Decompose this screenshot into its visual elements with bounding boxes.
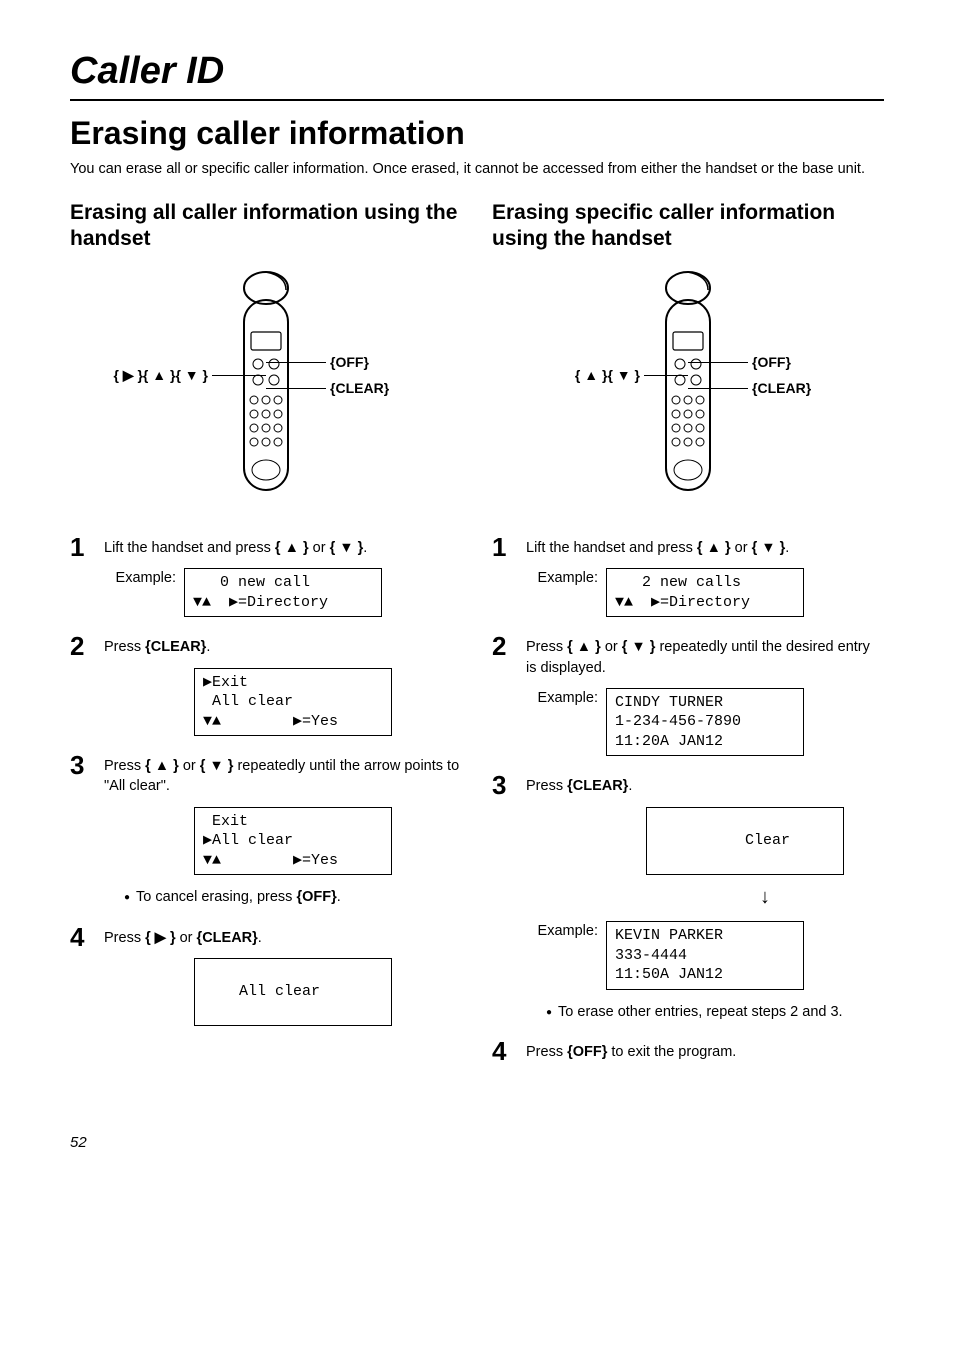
main-heading: Erasing caller information: [70, 115, 884, 152]
key-up: { ▲ }: [275, 540, 309, 556]
step-1: 1 Lift the handset and press { ▲ } or { …: [70, 534, 462, 623]
step-1: 1 Lift the handset and press { ▲ } or { …: [492, 534, 884, 623]
key-right: { ▶ }: [145, 930, 176, 946]
lcd-display: 0 new call ▼▲ ▶=Directory: [184, 568, 382, 617]
lcd-display: Clear: [646, 807, 844, 876]
lcd-display: CINDY TURNER 1-234-456-7890 11:20A JAN12: [606, 688, 804, 757]
key-clear: {CLEAR}: [567, 778, 628, 794]
key-clear: {CLEAR}: [197, 930, 258, 946]
step-text: Press: [526, 1044, 567, 1060]
key-up: { ▲ }: [697, 540, 731, 556]
step-text: Lift the handset and press: [104, 540, 275, 556]
right-column: Erasing specific caller information usin…: [492, 200, 884, 1074]
example-label: Example:: [104, 562, 176, 588]
step-text: Lift the handset and press: [526, 540, 697, 556]
key-up: { ▲ }: [145, 758, 179, 774]
handset-figure-right: {OFF} {CLEAR} { ▲ }{ ▼ }: [492, 270, 884, 510]
step-4: 4 Press {OFF} to exit the program.: [492, 1038, 884, 1064]
lcd-display: Exit ▶All clear ▼▲ ▶=Yes: [194, 807, 392, 876]
handset-icon: [638, 270, 738, 502]
step-4: 4 Press { ▶ } or {CLEAR}. All clear: [70, 924, 462, 1033]
callout-clear: {CLEAR}: [752, 380, 811, 396]
step-3: 3 Press {CLEAR}. Clear ↓ Example: KEVIN …: [492, 772, 884, 1028]
lcd-display: 2 new calls ▼▲ ▶=Directory: [606, 568, 804, 617]
bullet-cancel: To cancel erasing, press {OFF}.: [124, 887, 462, 907]
divider: [70, 99, 884, 101]
step-number: 2: [492, 633, 526, 659]
example-label: Example:: [526, 682, 598, 708]
step-text: Press: [526, 778, 567, 794]
lcd-display: ▶Exit All clear ▼▲ ▶=Yes: [194, 668, 392, 737]
step-number: 2: [70, 633, 104, 659]
step-number: 3: [70, 752, 104, 778]
key-down: { ▼ }: [752, 540, 786, 556]
bullet-repeat: To erase other entries, repeat steps 2 a…: [546, 1002, 884, 1022]
page-number: 52: [70, 1134, 884, 1151]
step-number: 3: [492, 772, 526, 798]
step-text: Press: [104, 639, 145, 655]
step-2: 2 Press { ▲ } or { ▼ } repeatedly until …: [492, 633, 884, 762]
step-3: 3 Press { ▲ } or { ▼ } repeatedly until …: [70, 752, 462, 913]
lcd-display: KEVIN PARKER 333-4444 11:50A JAN12: [606, 921, 804, 990]
left-column: Erasing all caller information using the…: [70, 200, 462, 1074]
example-label: Example:: [526, 562, 598, 588]
callout-off: {OFF}: [330, 354, 369, 370]
key-down: { ▼ }: [622, 639, 656, 655]
left-heading: Erasing all caller information using the…: [70, 200, 462, 253]
callout-nav: { ▶ }{ ▲ }{ ▼ }: [113, 367, 208, 384]
callout-off: {OFF}: [752, 354, 791, 370]
key-down: { ▼ }: [200, 758, 234, 774]
key-clear: {CLEAR}: [145, 639, 206, 655]
step-number: 1: [70, 534, 104, 560]
callout-nav: { ▲ }{ ▼ }: [575, 367, 640, 383]
step-number: 1: [492, 534, 526, 560]
handset-figure-left: {OFF} {CLEAR} { ▶ }{ ▲ }{ ▼ }: [70, 270, 462, 510]
handset-icon: [216, 270, 316, 502]
example-label: Example:: [526, 915, 598, 941]
callout-clear: {CLEAR}: [330, 380, 389, 396]
step-text: Press: [104, 930, 145, 946]
right-heading: Erasing specific caller information usin…: [492, 200, 884, 253]
key-up: { ▲ }: [567, 639, 601, 655]
section-title: Caller ID: [70, 50, 884, 93]
step-text: Press: [104, 758, 145, 774]
key-down: { ▼ }: [330, 540, 364, 556]
step-2: 2 Press {CLEAR}. ▶Exit All clear ▼▲ ▶=Ye…: [70, 633, 462, 742]
step-number: 4: [70, 924, 104, 950]
lcd-display: All clear: [194, 958, 392, 1027]
key-off: {OFF}: [567, 1044, 607, 1060]
intro-text: You can erase all or specific caller inf…: [70, 160, 884, 180]
step-number: 4: [492, 1038, 526, 1064]
down-arrow-icon: ↓: [646, 883, 884, 911]
step-text: Press: [526, 639, 567, 655]
